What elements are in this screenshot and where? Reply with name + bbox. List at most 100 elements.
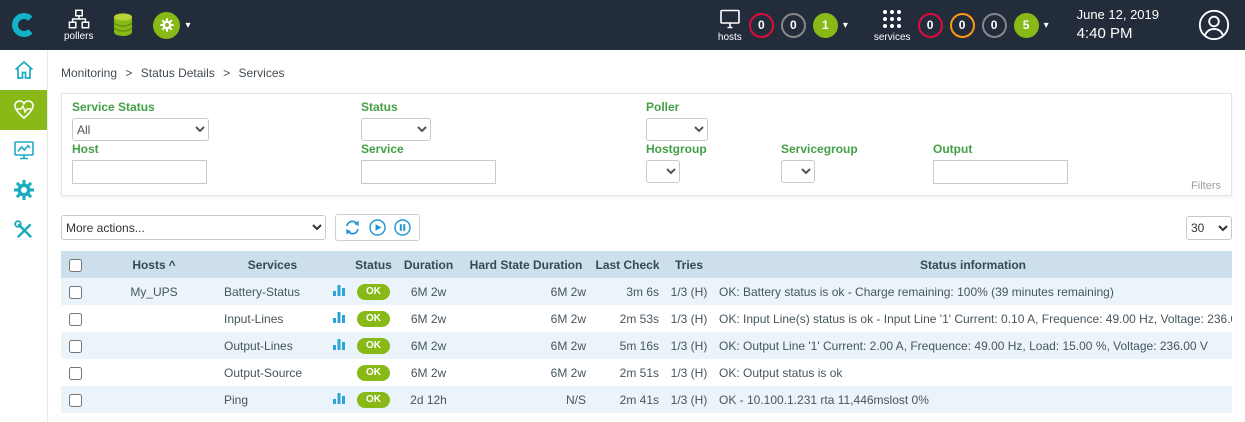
tries-cell: 1/3 (H) bbox=[664, 332, 714, 359]
hosts-down-badge[interactable]: 0 bbox=[749, 13, 774, 38]
hostgroup-label: Hostgroup bbox=[646, 142, 707, 156]
chevron-down-icon[interactable]: ▾ bbox=[1044, 20, 1049, 31]
col-header-hard-state-duration[interactable]: Hard State Duration bbox=[461, 251, 591, 278]
output-input[interactable] bbox=[933, 160, 1068, 184]
database-icon bbox=[111, 12, 135, 38]
row-checkbox[interactable] bbox=[69, 286, 82, 299]
graph-icon[interactable] bbox=[332, 391, 346, 405]
user-menu[interactable] bbox=[1197, 8, 1231, 42]
sidebar-item-administration[interactable] bbox=[0, 210, 47, 250]
database-status-button[interactable] bbox=[111, 12, 135, 38]
hosts-up-badge[interactable]: 1 bbox=[813, 13, 838, 38]
status-information-cell: OK: Battery status is ok - Charge remain… bbox=[714, 278, 1232, 305]
poller-select[interactable] bbox=[646, 118, 708, 141]
action-icons-group bbox=[335, 214, 420, 241]
sidebar-item-home[interactable] bbox=[0, 50, 47, 90]
filters-caption: Filters bbox=[1191, 180, 1221, 192]
sidebar-item-configuration[interactable] bbox=[0, 170, 47, 210]
chevron-down-icon[interactable]: ▾ bbox=[843, 20, 848, 31]
service-status-select[interactable]: All bbox=[72, 118, 209, 141]
breadcrumb-services[interactable]: Services bbox=[238, 66, 284, 80]
status-badge: OK bbox=[357, 284, 390, 300]
services-table: Hosts ^ Services Status Duration Hard Sta… bbox=[61, 251, 1232, 413]
graph-icon[interactable] bbox=[332, 283, 346, 297]
services-warning-badge[interactable]: 0 bbox=[950, 13, 975, 38]
host-name[interactable]: My_UPS bbox=[89, 278, 219, 305]
col-header-tries[interactable]: Tries bbox=[664, 251, 714, 278]
hosts-unreachable-badge[interactable]: 0 bbox=[781, 13, 806, 38]
hard-state-duration-cell: 6M 2w bbox=[461, 359, 591, 386]
sidebar-item-monitoring[interactable] bbox=[0, 90, 47, 130]
duration-cell: 6M 2w bbox=[396, 305, 461, 332]
select-all-checkbox[interactable] bbox=[69, 259, 82, 272]
col-header-duration[interactable]: Duration bbox=[396, 251, 461, 278]
host-input[interactable] bbox=[72, 160, 207, 184]
row-checkbox[interactable] bbox=[69, 313, 82, 326]
chevron-down-icon[interactable]: ▾ bbox=[185, 20, 190, 31]
col-header-status-information[interactable]: Status information bbox=[714, 251, 1232, 278]
service-label: Service bbox=[361, 142, 404, 156]
sidebar-item-reporting[interactable] bbox=[0, 130, 47, 170]
row-checkbox[interactable] bbox=[69, 394, 82, 407]
breadcrumb-separator: > bbox=[223, 66, 230, 80]
host-name bbox=[89, 359, 219, 386]
pollers-menu[interactable]: pollers bbox=[64, 8, 93, 42]
service-name[interactable]: Input-Lines bbox=[219, 305, 326, 332]
col-header-hosts[interactable]: Hosts ^ bbox=[89, 251, 219, 278]
tries-cell: 1/3 (H) bbox=[664, 359, 714, 386]
host-name bbox=[89, 386, 219, 413]
graph-icon[interactable] bbox=[332, 310, 346, 324]
page-size-select[interactable]: 30 bbox=[1186, 216, 1232, 240]
date-text: June 12, 2019 bbox=[1077, 7, 1159, 24]
last-check-cell: 5m 16s bbox=[591, 332, 664, 359]
breadcrumb-monitoring[interactable]: Monitoring bbox=[61, 66, 117, 80]
col-header-last-check[interactable]: Last Check bbox=[591, 251, 664, 278]
topbar: pollers ▾ bbox=[0, 0, 1245, 50]
time-text: 4:40 PM bbox=[1077, 24, 1159, 44]
hosts-status-group: hosts 0 0 1 ▾ bbox=[718, 7, 848, 43]
service-name[interactable]: Battery-Status bbox=[219, 278, 326, 305]
status-information-cell: OK: Input Line(s) status is ok - Input L… bbox=[714, 305, 1232, 332]
last-check-cell: 2m 41s bbox=[591, 386, 664, 413]
table-row: Input-Lines OK 6M 2w 6M 2w 2m 53s 1/3 (H… bbox=[61, 305, 1232, 332]
breadcrumb: Monitoring > Status Details > Services bbox=[61, 66, 1232, 80]
hosts-menu[interactable]: hosts bbox=[718, 7, 742, 43]
services-unknown-badge[interactable]: 0 bbox=[982, 13, 1007, 38]
services-menu[interactable]: services bbox=[874, 7, 911, 43]
pause-icon[interactable] bbox=[393, 218, 412, 237]
table-row: Output-Lines OK 6M 2w 6M 2w 5m 16s 1/3 (… bbox=[61, 332, 1232, 359]
tries-cell: 1/3 (H) bbox=[664, 278, 714, 305]
hard-state-duration-cell: 6M 2w bbox=[461, 332, 591, 359]
pollers-icon bbox=[68, 8, 90, 30]
sort-asc-icon: ^ bbox=[169, 258, 176, 272]
status-badge: OK bbox=[357, 311, 390, 327]
output-label: Output bbox=[933, 142, 972, 156]
graph-icon[interactable] bbox=[332, 337, 346, 351]
col-header-status[interactable]: Status bbox=[351, 251, 396, 278]
services-ok-badge[interactable]: 5 bbox=[1014, 13, 1039, 38]
service-name[interactable]: Ping bbox=[219, 386, 326, 413]
toolbar: More actions... 30 bbox=[61, 214, 1232, 241]
centreon-logo[interactable] bbox=[0, 0, 48, 50]
tries-cell: 1/3 (H) bbox=[664, 305, 714, 332]
status-information-cell: OK - 10.100.1.231 rta 11,446mslost 0% bbox=[714, 386, 1232, 413]
row-checkbox[interactable] bbox=[69, 340, 82, 353]
hosts-icon bbox=[718, 7, 742, 31]
play-icon[interactable] bbox=[368, 218, 387, 237]
status-select[interactable] bbox=[361, 118, 431, 141]
refresh-icon[interactable] bbox=[343, 218, 362, 237]
row-checkbox[interactable] bbox=[69, 367, 82, 380]
hostgroup-select[interactable] bbox=[646, 160, 680, 183]
services-critical-badge[interactable]: 0 bbox=[918, 13, 943, 38]
more-actions-select[interactable]: More actions... bbox=[61, 215, 326, 240]
col-header-services[interactable]: Services bbox=[219, 251, 326, 278]
col-header-hosts-label: Hosts bbox=[132, 258, 165, 272]
gear-icon bbox=[12, 178, 36, 202]
servicegroup-select[interactable] bbox=[781, 160, 815, 183]
service-name[interactable]: Output-Lines bbox=[219, 332, 326, 359]
service-name[interactable]: Output-Source bbox=[219, 359, 326, 386]
service-input[interactable] bbox=[361, 160, 496, 184]
status-badge: OK bbox=[357, 392, 390, 408]
breadcrumb-status-details[interactable]: Status Details bbox=[141, 66, 215, 80]
poller-status-button[interactable]: ▾ bbox=[153, 12, 190, 39]
